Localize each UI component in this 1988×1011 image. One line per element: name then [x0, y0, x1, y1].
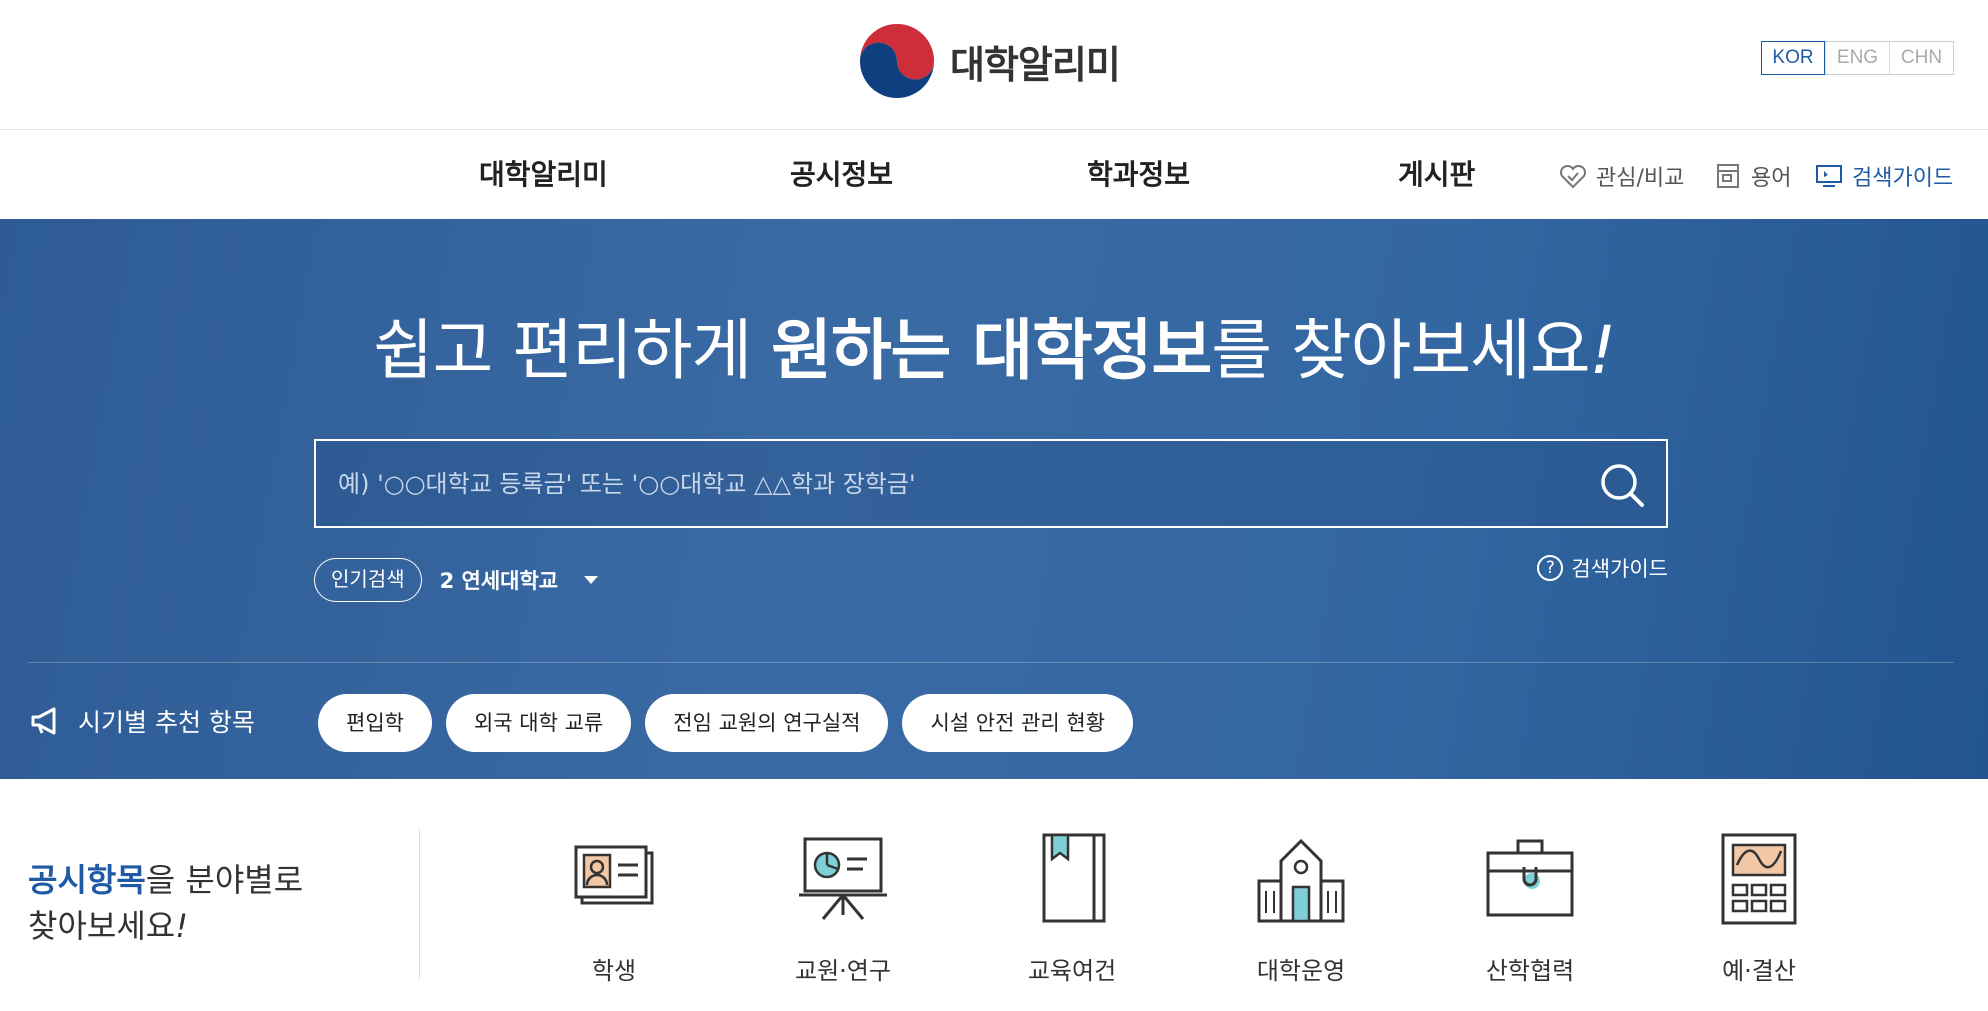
category-univ-operation[interactable]: 대학운영	[1221, 829, 1381, 986]
hero-divider	[28, 662, 1954, 663]
category-industry-cooperation[interactable]: 산학협력	[1450, 829, 1610, 986]
category-education-environment[interactable]: 교육여건	[992, 829, 1152, 986]
recommend-list: 편입학 외국 대학 교류 전임 교원의 연구실적 시설 안전 관리 현황	[318, 694, 1134, 752]
categories-heading-rest: 을 분야별로	[145, 861, 304, 899]
id-card-icon	[574, 845, 654, 905]
glossary-label: 용어	[1751, 166, 1792, 191]
lang-kor[interactable]: KOR	[1761, 41, 1825, 75]
categories-divider	[419, 829, 420, 979]
logo[interactable]: 대학알리미	[858, 22, 1121, 100]
categories-heading-line2: 찾아보세요	[28, 907, 176, 945]
recommend-item-facility-safety[interactable]: 시설 안전 관리 현황	[902, 694, 1134, 752]
hero-title-bold: 원하는 대학정보	[771, 312, 1212, 389]
category-label: 학생	[591, 957, 637, 985]
book-icon	[1717, 164, 1739, 188]
categories-heading: 공시항목을 분야별로 찾아보세요!	[28, 857, 303, 949]
hero-search-guide-link[interactable]: ? 검색가이드	[1537, 553, 1668, 583]
hero-title-part1: 쉽고 편리하게	[372, 312, 772, 389]
categories-heading-exclaim: !	[175, 907, 189, 945]
recommend-label: 시기별 추천 항목	[28, 703, 255, 739]
recommend-item-transfer[interactable]: 편입학	[318, 694, 432, 752]
search-guide-link[interactable]: 검색가이드	[1814, 160, 1953, 192]
popular-search: 인기검색 2 연세대학교	[314, 558, 599, 602]
main-nav: 대학알리미 공시정보 학과정보 게시판 관심/비교 용어 검색가이드	[0, 131, 1988, 219]
recommend-item-foreign-exchange[interactable]: 외국 대학 교류	[445, 694, 632, 752]
help-icon: ?	[1537, 555, 1564, 581]
recommend-label-text: 시기별 추천 항목	[78, 708, 255, 737]
search-icon[interactable]	[1596, 459, 1648, 511]
lang-chn[interactable]: CHN	[1889, 42, 1953, 74]
popular-search-badge: 인기검색	[314, 558, 422, 602]
briefcase-icon	[1486, 839, 1574, 917]
disclosure-categories: 공시항목을 분야별로 찾아보세요! 학생 교원·연구 교육여건 대학운영 산학협…	[0, 779, 1988, 1011]
hero-title-exclaim: !	[1589, 312, 1616, 389]
chevron-down-icon[interactable]	[584, 576, 599, 584]
popular-search-value[interactable]: 2 연세대학교	[440, 565, 559, 595]
nav-item-univ-alimi[interactable]: 대학알리미	[479, 153, 608, 193]
language-switcher: KOR ENG CHN	[1761, 41, 1954, 75]
school-building-icon	[1257, 838, 1345, 923]
categories-heading-strong: 공시항목	[28, 861, 146, 899]
category-label: 대학운영	[1256, 957, 1346, 985]
category-label: 교육여건	[1027, 957, 1117, 985]
lang-eng[interactable]: ENG	[1825, 42, 1889, 74]
monitor-icon	[1816, 165, 1842, 187]
category-faculty-research[interactable]: 교원·연구	[763, 829, 923, 986]
taegeuk-logo-icon	[859, 23, 935, 99]
logo-text: 대학알리미	[950, 42, 1121, 87]
category-student[interactable]: 학생	[534, 829, 694, 986]
calculator-chart-icon	[1721, 833, 1797, 925]
nav-item-disclosure[interactable]: 공시정보	[790, 153, 893, 193]
hero-search-section: 쉽고 편리하게 원하는 대학정보를 찾아보세요! 인기검색 2 연세대학교 ? …	[0, 219, 1988, 779]
nav-item-department[interactable]: 학과정보	[1087, 153, 1190, 193]
recommend-item-faculty-research[interactable]: 전임 교원의 연구실적	[645, 694, 889, 752]
glossary-link[interactable]: 용어	[1713, 160, 1791, 192]
heart-icon	[1559, 164, 1587, 189]
search-guide-label: 검색가이드	[1852, 166, 1954, 191]
nav-item-board[interactable]: 게시판	[1398, 153, 1475, 193]
category-label: 산학협력	[1485, 957, 1575, 985]
search-input[interactable]	[316, 441, 1576, 526]
book-bookmark-icon	[1042, 833, 1106, 923]
presentation-board-icon	[799, 837, 887, 920]
favorite-compare-link[interactable]: 관심/비교	[1558, 160, 1684, 192]
category-label: 교원·연구	[795, 957, 891, 985]
top-header: 대학알리미 KOR ENG CHN	[0, 0, 1988, 130]
favorite-compare-label: 관심/비교	[1596, 166, 1685, 191]
hero-search-guide-label: 검색가이드	[1571, 557, 1668, 581]
megaphone-icon	[31, 707, 56, 735]
hero-title-part2: 를 찾아보세요	[1211, 312, 1590, 389]
category-budget-settlement[interactable]: 예·결산	[1679, 829, 1839, 986]
category-label: 예·결산	[1722, 957, 1796, 985]
hero-title: 쉽고 편리하게 원하는 대학정보를 찾아보세요!	[0, 297, 1988, 393]
search-box	[314, 439, 1668, 528]
